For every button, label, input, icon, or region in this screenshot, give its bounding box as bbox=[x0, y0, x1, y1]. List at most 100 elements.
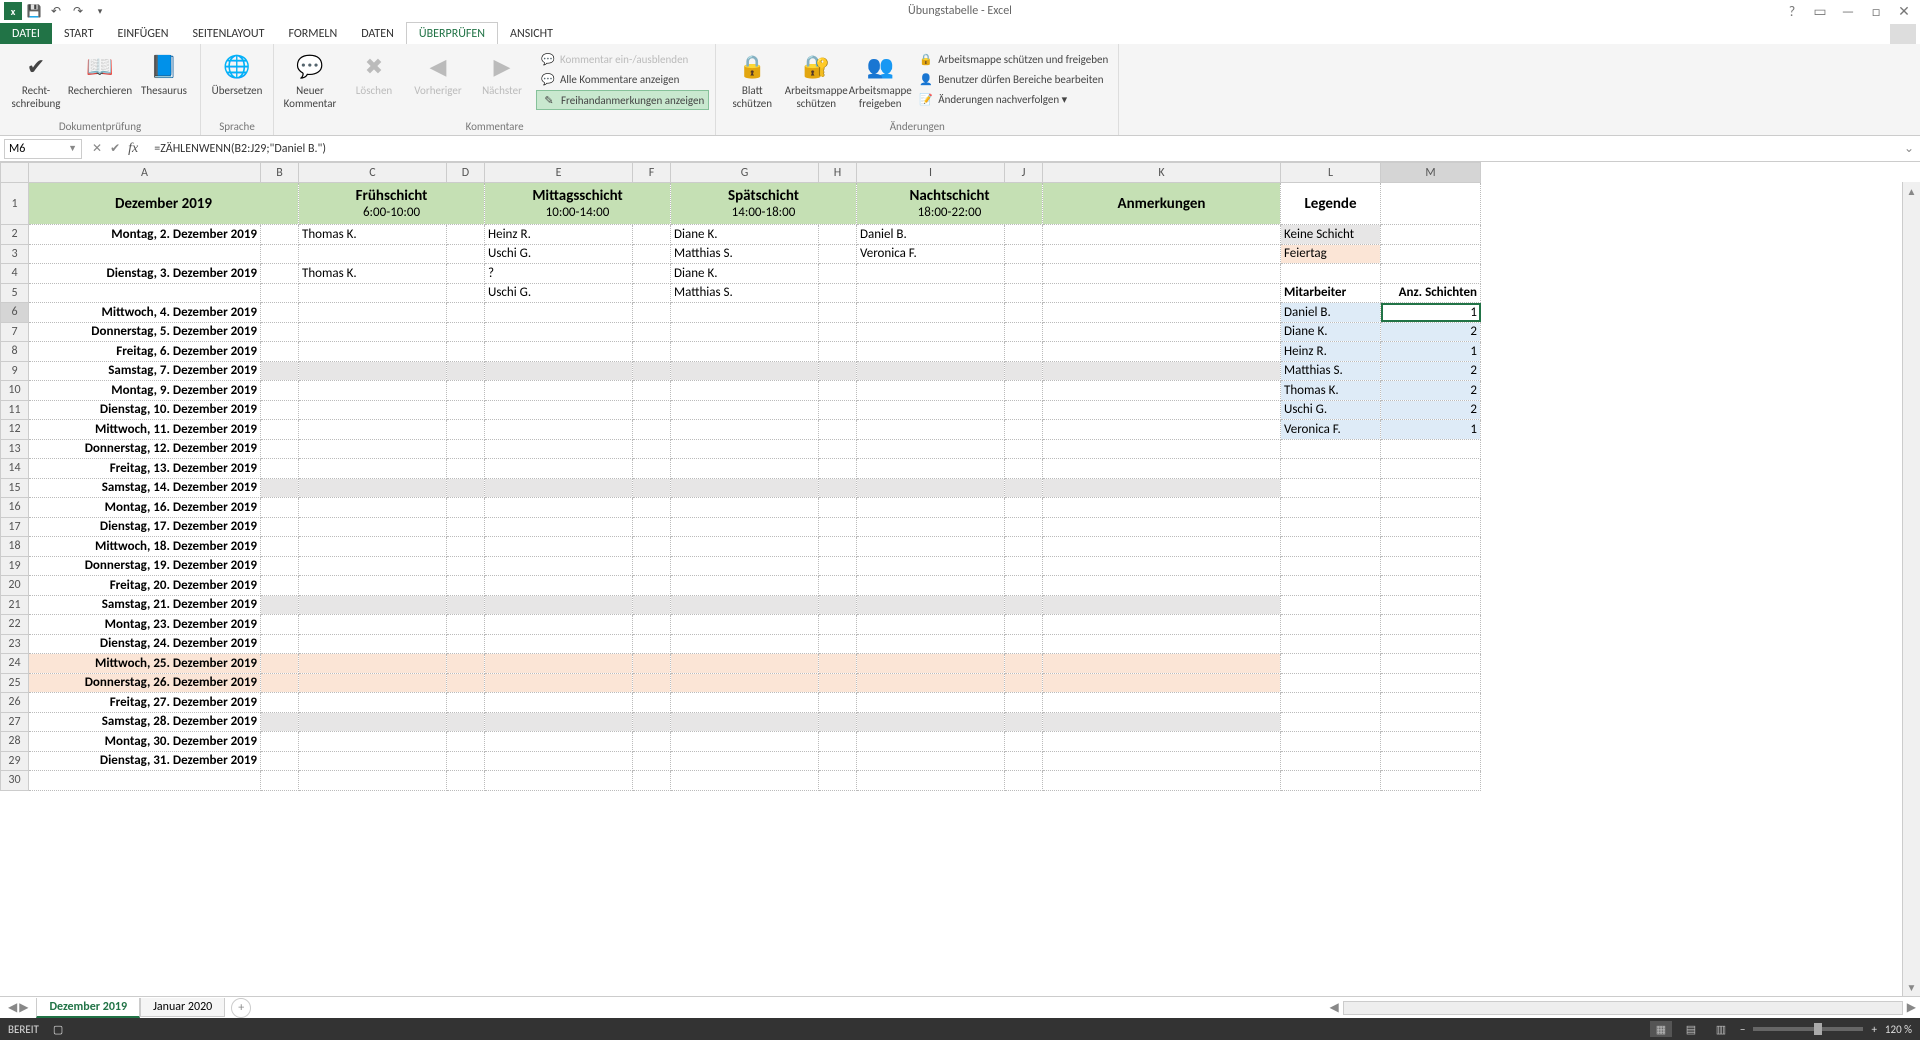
cell-J8[interactable] bbox=[1005, 342, 1043, 362]
cell-M21[interactable] bbox=[1381, 595, 1481, 615]
save-icon[interactable]: 💾 bbox=[24, 1, 44, 21]
row-header-22[interactable]: 22 bbox=[1, 615, 29, 635]
cell-L19[interactable] bbox=[1281, 556, 1381, 576]
cell-H22[interactable] bbox=[819, 615, 857, 635]
cell-L12[interactable]: Veronica F. bbox=[1281, 420, 1381, 440]
cell-L9[interactable]: Matthias S. bbox=[1281, 361, 1381, 381]
cell-M13[interactable] bbox=[1381, 439, 1481, 459]
cell-G9[interactable] bbox=[671, 361, 819, 381]
cell-I27[interactable] bbox=[857, 712, 1005, 732]
cell-H29[interactable] bbox=[819, 751, 857, 771]
cell-I10[interactable] bbox=[857, 381, 1005, 401]
cell-B13[interactable] bbox=[261, 439, 299, 459]
cell-H25[interactable] bbox=[819, 673, 857, 693]
cell-K14[interactable] bbox=[1043, 459, 1281, 479]
cell-L8[interactable]: Heinz R. bbox=[1281, 342, 1381, 362]
cell-I30[interactable] bbox=[857, 771, 1005, 791]
cell-L25[interactable] bbox=[1281, 673, 1381, 693]
cell-E8[interactable] bbox=[485, 342, 633, 362]
cell-F21[interactable] bbox=[633, 595, 671, 615]
cell-G28[interactable] bbox=[671, 732, 819, 752]
cell-D5[interactable] bbox=[447, 283, 485, 303]
btn-vorheriger[interactable]: ◀Vorheriger bbox=[408, 48, 468, 99]
cell-M25[interactable] bbox=[1381, 673, 1481, 693]
cell-A11[interactable]: Dienstag, 10. Dezember 2019 bbox=[29, 400, 261, 420]
cell-E12[interactable] bbox=[485, 420, 633, 440]
row-header-8[interactable]: 8 bbox=[1, 342, 29, 362]
zoom-level[interactable]: 120 % bbox=[1885, 1023, 1912, 1036]
cell-I25[interactable] bbox=[857, 673, 1005, 693]
cell-M16[interactable] bbox=[1381, 498, 1481, 518]
cell-B26[interactable] bbox=[261, 693, 299, 713]
cell-L27[interactable] bbox=[1281, 712, 1381, 732]
cell-H2[interactable] bbox=[819, 225, 857, 245]
cell-E15[interactable] bbox=[485, 478, 633, 498]
cell-G14[interactable] bbox=[671, 459, 819, 479]
cell-E9[interactable] bbox=[485, 361, 633, 381]
cell-L6[interactable]: Daniel B. bbox=[1281, 303, 1381, 323]
cell-L20[interactable] bbox=[1281, 576, 1381, 596]
cell-F23[interactable] bbox=[633, 634, 671, 654]
cell-E22[interactable] bbox=[485, 615, 633, 635]
cell-M3[interactable] bbox=[1381, 244, 1481, 264]
cell-E2[interactable]: Heinz R. bbox=[485, 225, 633, 245]
cell-I2[interactable]: Daniel B. bbox=[857, 225, 1005, 245]
btn-naechster[interactable]: ▶Nächster bbox=[472, 48, 532, 99]
qat-dropdown-icon[interactable]: ▾ bbox=[90, 1, 110, 21]
cell-A21[interactable]: Samstag, 21. Dezember 2019 bbox=[29, 595, 261, 615]
cell-H15[interactable] bbox=[819, 478, 857, 498]
cell-I17[interactable] bbox=[857, 517, 1005, 537]
cell-K25[interactable] bbox=[1043, 673, 1281, 693]
cell-L28[interactable] bbox=[1281, 732, 1381, 752]
cell-K16[interactable] bbox=[1043, 498, 1281, 518]
cell-F4[interactable] bbox=[633, 264, 671, 284]
cell-L16[interactable] bbox=[1281, 498, 1381, 518]
cell-B24[interactable] bbox=[261, 654, 299, 674]
btn-mappe-schuetzen[interactable]: 🔐Arbeitsmappe schützen bbox=[786, 48, 846, 112]
cell-C18[interactable] bbox=[299, 537, 447, 557]
cell-A8[interactable]: Freitag, 6. Dezember 2019 bbox=[29, 342, 261, 362]
cell[interactable]: Legende bbox=[1281, 183, 1381, 225]
cell-C11[interactable] bbox=[299, 400, 447, 420]
cell-H20[interactable] bbox=[819, 576, 857, 596]
cell-A6[interactable]: Mittwoch, 4. Dezember 2019 bbox=[29, 303, 261, 323]
cell-A12[interactable]: Mittwoch, 11. Dezember 2019 bbox=[29, 420, 261, 440]
cell-F6[interactable] bbox=[633, 303, 671, 323]
cell-G11[interactable] bbox=[671, 400, 819, 420]
cell-F27[interactable] bbox=[633, 712, 671, 732]
tab-start[interactable]: START bbox=[52, 23, 106, 44]
cell-I15[interactable] bbox=[857, 478, 1005, 498]
cell-E21[interactable] bbox=[485, 595, 633, 615]
cell-H14[interactable] bbox=[819, 459, 857, 479]
cell-I6[interactable] bbox=[857, 303, 1005, 323]
row-header-30[interactable]: 30 bbox=[1, 771, 29, 791]
cell-E20[interactable] bbox=[485, 576, 633, 596]
cell-A13[interactable]: Donnerstag, 12. Dezember 2019 bbox=[29, 439, 261, 459]
col-header-J[interactable]: J bbox=[1005, 163, 1043, 183]
cell-F7[interactable] bbox=[633, 322, 671, 342]
row-header-25[interactable]: 25 bbox=[1, 673, 29, 693]
cell-J26[interactable] bbox=[1005, 693, 1043, 713]
cell-A28[interactable]: Montag, 30. Dezember 2019 bbox=[29, 732, 261, 752]
cell-M2[interactable] bbox=[1381, 225, 1481, 245]
col-header-I[interactable]: I bbox=[857, 163, 1005, 183]
col-header-H[interactable]: H bbox=[819, 163, 857, 183]
redo-icon[interactable]: ↷ bbox=[68, 1, 88, 21]
cell-G13[interactable] bbox=[671, 439, 819, 459]
cell-J20[interactable] bbox=[1005, 576, 1043, 596]
cell-L14[interactable] bbox=[1281, 459, 1381, 479]
cell-B16[interactable] bbox=[261, 498, 299, 518]
cell-F25[interactable] bbox=[633, 673, 671, 693]
cell-K21[interactable] bbox=[1043, 595, 1281, 615]
cell-J19[interactable] bbox=[1005, 556, 1043, 576]
cell-C12[interactable] bbox=[299, 420, 447, 440]
row-header-17[interactable]: 17 bbox=[1, 517, 29, 537]
cell-G4[interactable]: Diane K. bbox=[671, 264, 819, 284]
cell-G26[interactable] bbox=[671, 693, 819, 713]
cell-B28[interactable] bbox=[261, 732, 299, 752]
row-header-2[interactable]: 2 bbox=[1, 225, 29, 245]
cell-D30[interactable] bbox=[447, 771, 485, 791]
cell-D16[interactable] bbox=[447, 498, 485, 518]
cell-J29[interactable] bbox=[1005, 751, 1043, 771]
btn-benutzer-bereiche[interactable]: 👤Benutzer dürfen Bereiche bearbeiten bbox=[914, 70, 1112, 88]
